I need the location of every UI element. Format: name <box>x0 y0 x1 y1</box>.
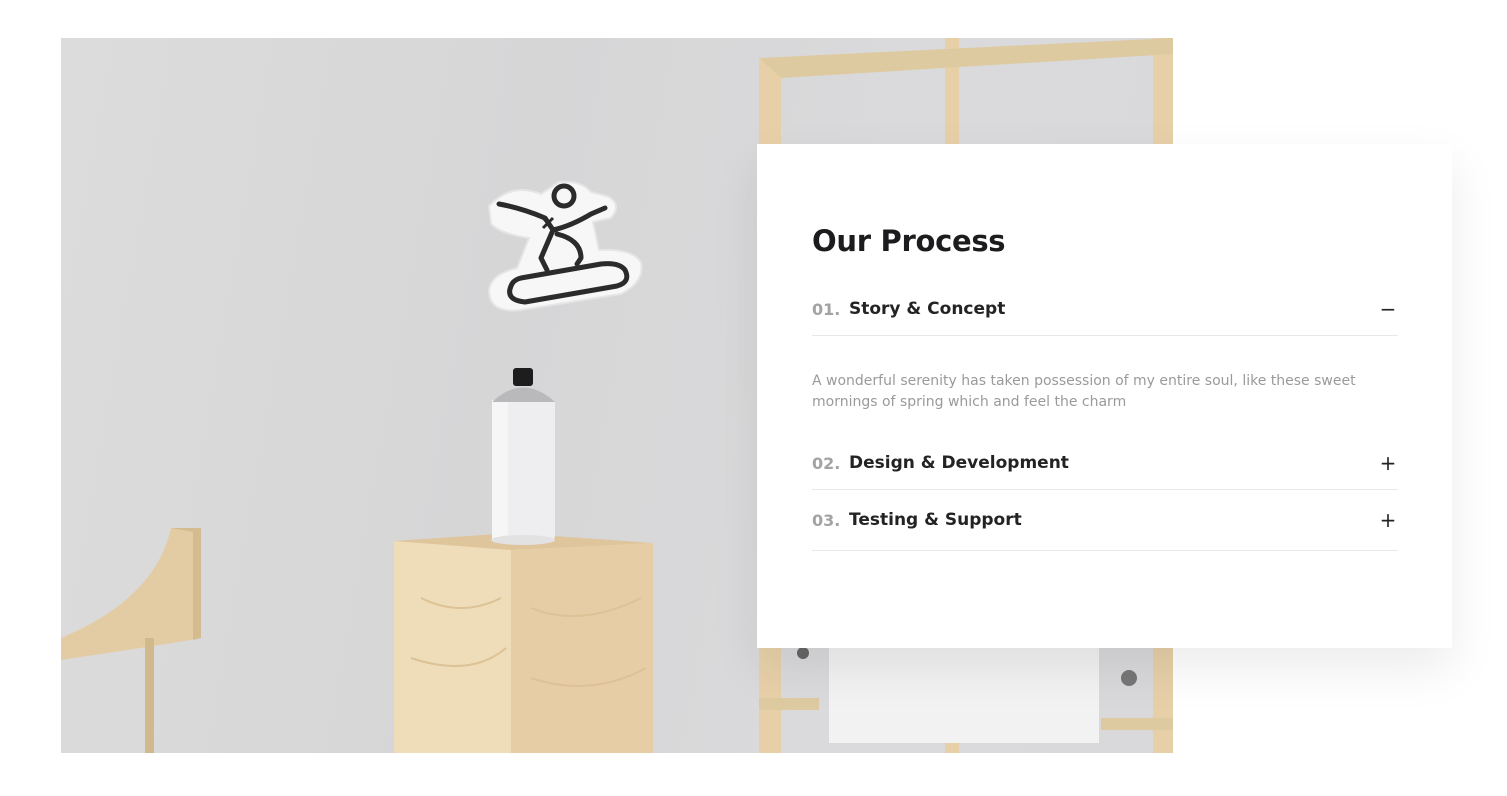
minus-icon[interactable]: − <box>1378 299 1398 319</box>
accordion-number: 03. <box>812 510 841 530</box>
plus-icon[interactable]: + <box>1378 453 1398 473</box>
plus-icon[interactable]: + <box>1378 510 1398 530</box>
accordion-header-testing-support[interactable]: 03. Testing & Support + <box>812 490 1398 550</box>
section-title: Our Process <box>812 224 1006 258</box>
process-card: Our Process 01. Story & Concept − A wond… <box>757 144 1452 648</box>
accordion-number: 01. <box>812 299 841 319</box>
accordion-header-design-development[interactable]: 02. Design & Development + <box>812 437 1398 489</box>
accordion-title: Story & Concept <box>849 299 1006 319</box>
accordion-body-story-concept: A wonderful serenity has taken possessio… <box>812 373 1356 410</box>
accordion-title: Design & Development <box>849 453 1069 473</box>
wooden-ramp <box>61 528 201 753</box>
title-spacer <box>812 260 1398 283</box>
accordion-number: 02. <box>812 453 841 473</box>
accordion-item-design-development: 02. Design & Development + <box>812 437 1398 490</box>
accordion-item-testing-support: 03. Testing & Support + <box>812 490 1398 551</box>
spray-can <box>491 368 555 545</box>
process-content: Our Process 01. Story & Concept − A wond… <box>812 222 1398 551</box>
wooden-pedestal <box>394 533 653 753</box>
accordion-title: Testing & Support <box>849 510 1022 530</box>
accordion-item-story-concept: 01. Story & Concept − <box>812 283 1398 336</box>
snowboarder-sticker <box>487 180 643 312</box>
accordion-header-story-concept[interactable]: 01. Story & Concept − <box>812 283 1398 335</box>
